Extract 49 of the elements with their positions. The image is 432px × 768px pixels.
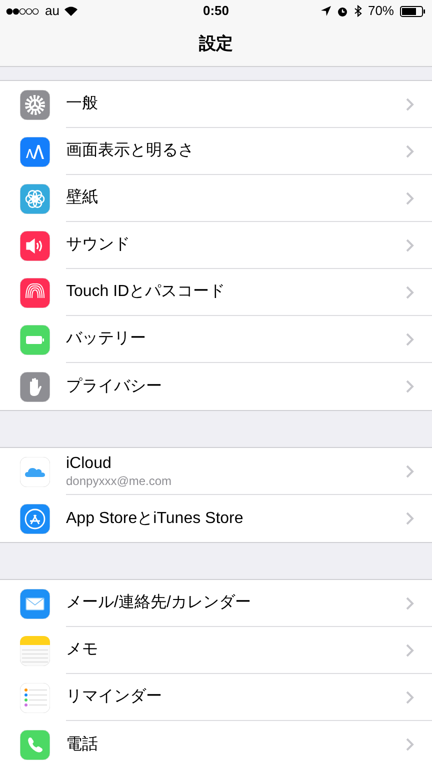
row-label: 壁紙 <box>66 188 99 208</box>
chevron-icon <box>406 596 414 610</box>
row-label: サウンド <box>66 235 131 255</box>
chevron-icon <box>406 286 414 298</box>
alarm-clock-icon <box>336 6 348 16</box>
row-label: プライバシー <box>66 376 163 396</box>
row-subtitle: donpyxxx@me.com <box>66 474 173 488</box>
app-store-icon <box>20 504 50 534</box>
chevron-icon <box>406 144 414 158</box>
reminders-icon <box>20 682 50 712</box>
fingerprint-icon <box>20 278 50 308</box>
chevron-icon <box>406 644 414 656</box>
location-arrow-icon <box>320 6 331 16</box>
wifi-icon <box>64 6 78 16</box>
chevron-icon <box>406 192 414 204</box>
cloud-icon <box>20 456 50 486</box>
chevron-icon <box>406 98 414 110</box>
row-label: メール/連絡先/カレンダー <box>66 593 252 613</box>
speaker-icon <box>20 230 50 260</box>
clock-time: 0:50 <box>202 2 230 20</box>
battery-status-icon <box>400 6 426 16</box>
chevron-icon <box>406 464 414 478</box>
notes-icon <box>20 636 50 666</box>
chevron-icon <box>406 690 414 704</box>
battery-icon <box>20 324 50 354</box>
gear-icon <box>20 90 50 120</box>
row-label: 一般 <box>66 94 99 114</box>
row-label: iCloud <box>66 454 112 474</box>
row-label: メモ <box>66 640 99 660</box>
phone-icon <box>20 730 50 760</box>
row-label: 画面表示と明るさ <box>66 141 195 161</box>
chevron-icon <box>406 380 414 393</box>
flower-icon <box>20 184 50 214</box>
chevron-icon <box>406 738 414 751</box>
bluetooth-icon <box>354 5 362 17</box>
chevron-icon <box>406 512 414 525</box>
envelope-icon <box>20 588 50 618</box>
chevron-icon <box>406 238 414 252</box>
screen-title: 設定 <box>199 33 233 56</box>
battery-percent: 70% <box>368 2 394 20</box>
carrier-name: au <box>45 2 60 20</box>
chevron-icon <box>406 332 414 346</box>
row-label: バッテリー <box>66 329 147 349</box>
row-label: 電話 <box>66 734 99 754</box>
row-label: Touch IDとパスコード <box>66 282 226 302</box>
signal-icon <box>6 8 40 14</box>
row-label: リマインダー <box>66 687 163 707</box>
row-label: App StoreとiTunes Store <box>66 508 244 528</box>
hand-icon <box>20 372 50 402</box>
